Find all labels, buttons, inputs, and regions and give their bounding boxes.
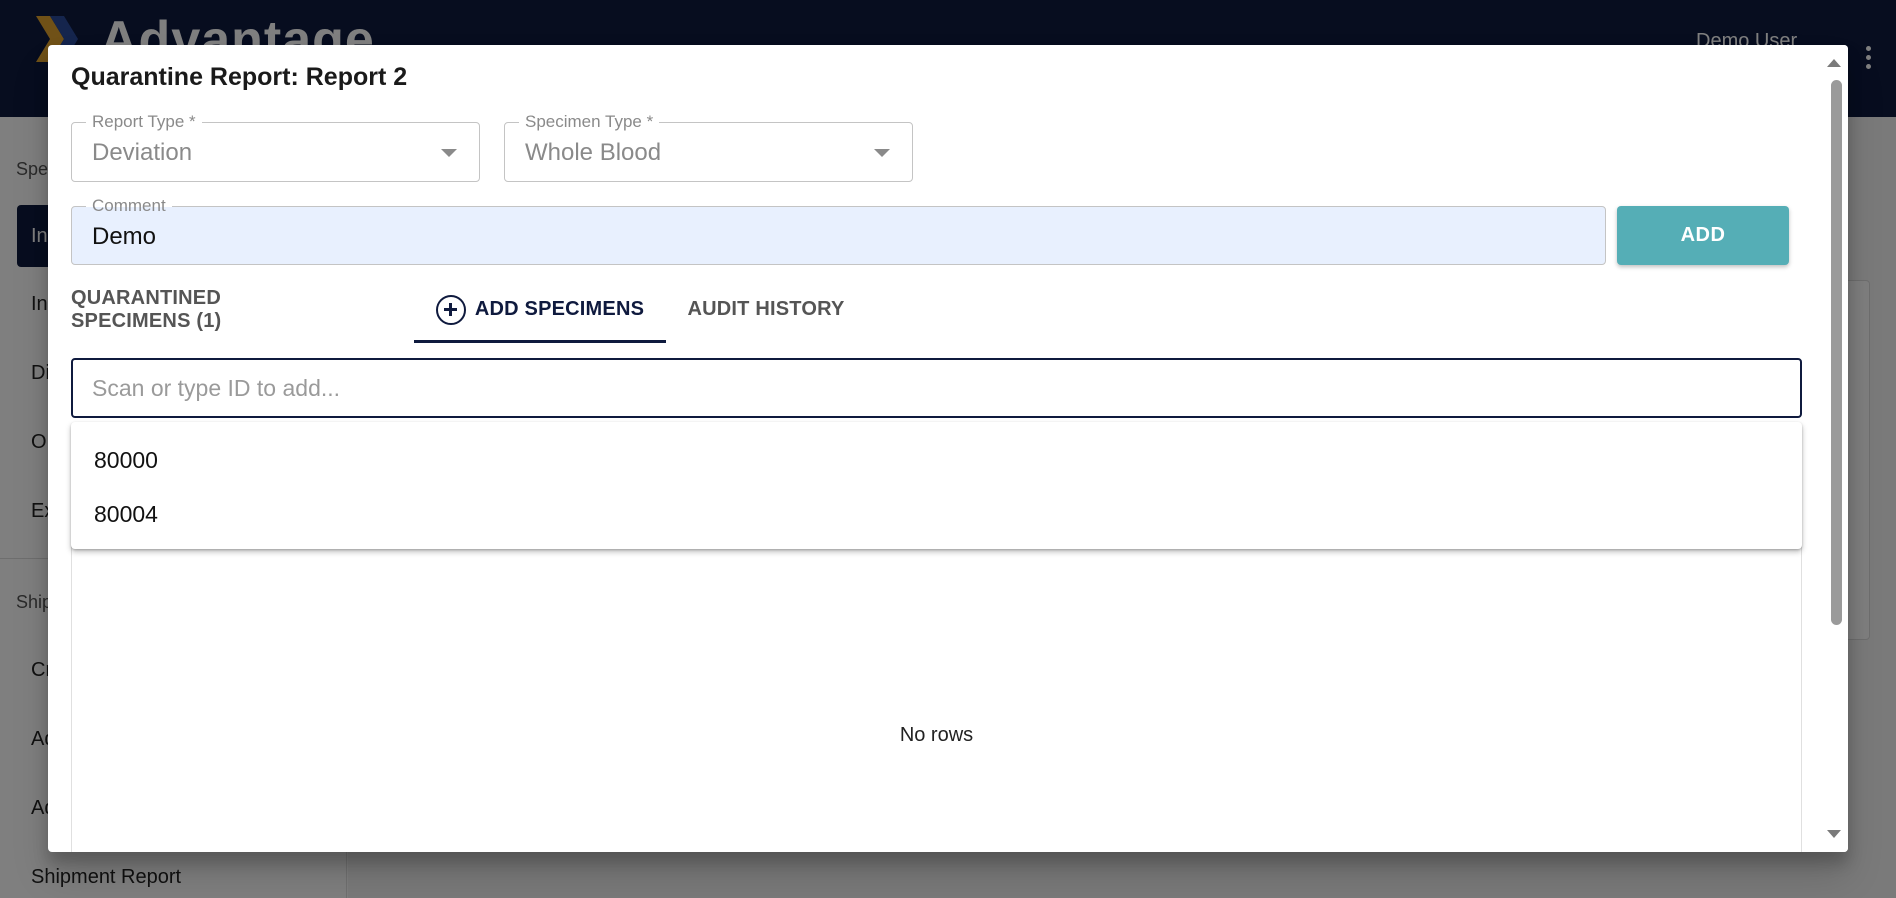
suggestion-option[interactable]: 80004 [71,487,1802,541]
suggestion-option[interactable]: 80000 [71,433,1802,487]
active-tab-indicator [414,340,666,343]
report-type-select[interactable]: Report Type * Deviation [71,112,480,182]
scan-id-input[interactable] [71,358,1802,418]
quarantine-report-dialog: Quarantine Report: Report 2 Report Type … [48,45,1848,852]
dialog-title: Quarantine Report: Report 2 [71,63,408,91]
tab-label: QUARANTINED SPECIMENS (1) [71,286,222,332]
comment-value: Demo [92,223,157,250]
dropdown-arrow-icon [441,149,457,157]
grid-empty-message: No rows [899,724,974,746]
report-type-label: Report Type * [86,112,202,132]
suggestion-list: 80000 80004 [71,422,1802,549]
specimen-type-select[interactable]: Specimen Type * Whole Blood [504,112,913,182]
tab-label: ADD SPECIMENS [474,298,645,320]
tab-quarantined-specimens[interactable]: QUARANTINED SPECIMENS (1) [71,281,312,338]
report-type-value: Deviation [92,139,193,166]
tab-add-specimens[interactable]: ADD SPECIMENS [414,281,666,338]
scroll-thumb[interactable] [1831,80,1842,625]
dropdown-arrow-icon [874,149,890,157]
comment-field[interactable]: Comment Demo [71,196,1606,265]
scroll-up-arrow-icon[interactable] [1827,59,1841,67]
tab-label: AUDIT HISTORY [687,298,845,320]
tab-audit-history[interactable]: AUDIT HISTORY [684,281,848,338]
plus-circle-icon [435,294,466,325]
add-button[interactable]: ADD [1617,206,1789,265]
comment-label: Comment [86,196,172,216]
specimen-type-label: Specimen Type * [519,112,660,132]
specimen-type-value: Whole Blood [525,139,662,166]
scroll-down-arrow-icon[interactable] [1827,830,1841,838]
